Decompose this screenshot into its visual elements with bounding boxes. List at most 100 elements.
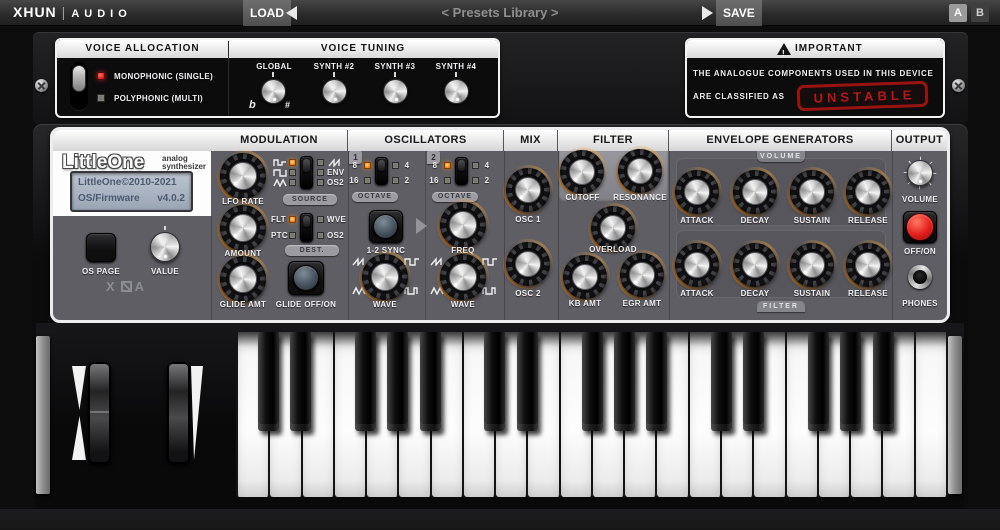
osc2-octave-8: 8	[430, 161, 440, 170]
preset-display[interactable]: < Presets Library >	[355, 5, 645, 20]
triangle-wave-icon	[273, 178, 287, 187]
egr-amt-knob[interactable]	[620, 253, 664, 297]
black-key-3[interactable]	[355, 332, 376, 431]
osc2-wave-knob[interactable]	[440, 254, 486, 300]
warning-icon	[777, 43, 791, 55]
vol-release-knob[interactable]	[846, 170, 890, 214]
load-button[interactable]: LOAD	[243, 0, 291, 26]
mix-osc2-knob[interactable]	[506, 242, 550, 286]
black-key-19[interactable]	[873, 332, 894, 431]
important-header: IMPORTANT	[687, 40, 943, 58]
phones-label: PHONES	[892, 299, 948, 308]
screw-icon	[952, 79, 965, 92]
lfo-source-led-1	[289, 159, 296, 166]
osc2-octave-switch[interactable]	[455, 157, 468, 185]
source-pill: SOURCE	[283, 194, 337, 205]
black-key-4[interactable]	[387, 332, 408, 431]
sync-1-2-button[interactable]	[373, 214, 398, 239]
black-key-14[interactable]	[711, 332, 732, 431]
vol-decay-knob[interactable]	[733, 170, 777, 214]
black-key-5[interactable]	[420, 332, 441, 431]
osc1-octave-switch[interactable]	[375, 157, 388, 185]
power-label: OFF/ON	[895, 247, 945, 256]
white-key-21[interactable]	[916, 332, 948, 497]
global-tune-knob[interactable]	[261, 79, 286, 104]
kb-amt-knob[interactable]	[563, 255, 607, 299]
cutoff-knob[interactable]	[560, 150, 604, 194]
snapshot-a-button[interactable]: A	[949, 4, 967, 22]
dest-os2-label: OS2	[327, 231, 344, 240]
output-volume-knob[interactable]	[907, 160, 933, 186]
flt-release-knob[interactable]	[846, 243, 890, 287]
allocation-switch[interactable]	[72, 65, 86, 92]
black-key-7[interactable]	[484, 332, 505, 431]
vol-attack-knob[interactable]	[675, 170, 719, 214]
pitch-wheel[interactable]	[88, 362, 111, 464]
snapshot-b-button[interactable]: B	[971, 4, 989, 22]
osc1-octave-led-16	[364, 177, 371, 184]
black-key-8[interactable]	[517, 332, 538, 431]
lfo-source-led-2	[289, 169, 296, 176]
dest-wve-label: WVE	[327, 215, 346, 224]
mix-osc1-label: OSC 1	[506, 215, 550, 224]
dest-pill: DEST.	[285, 245, 339, 256]
lfo-source-led-6	[317, 179, 324, 186]
mix-osc1-knob[interactable]	[506, 168, 550, 212]
black-key-10[interactable]	[582, 332, 603, 431]
flt-release-label: RELEASE	[843, 289, 893, 298]
osc2-octave-led-2	[472, 177, 479, 184]
voice-allocation-title: VOICE ALLOCATION	[57, 40, 228, 58]
flt-sustain-knob[interactable]	[790, 243, 834, 287]
vol-decay-label: DECAY	[730, 216, 780, 225]
section-header-strip: MODULATION OSCILLATORS MIX FILTER ENVELO…	[53, 130, 947, 151]
overload-knob[interactable]	[591, 206, 635, 250]
cutoff-label: CUTOFF	[560, 193, 605, 202]
black-key-0[interactable]	[258, 332, 279, 431]
mod-dest-switch[interactable]	[300, 213, 313, 242]
flt-attack-knob[interactable]	[675, 243, 719, 287]
xhun-monogram: XA	[106, 279, 147, 294]
glide-amt-knob[interactable]	[220, 256, 266, 302]
next-arrow-icon[interactable]	[702, 6, 713, 20]
black-key-17[interactable]	[808, 332, 829, 431]
os-page-button[interactable]	[86, 233, 116, 262]
black-key-18[interactable]	[840, 332, 861, 431]
logo-header-space	[53, 130, 211, 151]
pitch-wheel-indicator-icon	[72, 366, 87, 460]
monophonic-label: MONOPHONIC (SINGLE)	[114, 72, 213, 81]
osc1-wave-knob[interactable]	[362, 254, 408, 300]
flt-attack-label: ATTACK	[672, 289, 722, 298]
resonance-label: RESONANCE	[612, 193, 668, 202]
mod-wheel[interactable]	[167, 362, 190, 464]
black-key-12[interactable]	[646, 332, 667, 431]
littleone-plugin-window: XHUN|AUDIO LOAD < Presets Library > SAVE…	[0, 0, 1000, 530]
mod-amount-knob[interactable]	[220, 205, 266, 251]
resonance-knob[interactable]	[618, 149, 662, 193]
synth3-tune-knob[interactable]	[383, 79, 408, 104]
glide-on-off-button[interactable]	[293, 265, 319, 291]
synth2-tune-label: SYNTH #2	[304, 62, 364, 71]
black-key-11[interactable]	[614, 332, 635, 431]
unstable-stamp: UNSTABLE	[797, 81, 929, 112]
monophonic-led	[97, 72, 105, 80]
synth2-tune-knob[interactable]	[322, 79, 347, 104]
lfo-rate-knob[interactable]	[220, 153, 266, 199]
osc2-freq-knob[interactable]	[440, 202, 486, 248]
osc2-wave-label: WAVE	[438, 300, 488, 309]
osc1-octave-led-2	[392, 177, 399, 184]
black-key-15[interactable]	[743, 332, 764, 431]
osc2-octave-led-4	[472, 162, 479, 169]
vol-sustain-knob[interactable]	[790, 170, 834, 214]
prev-arrow-icon[interactable]	[286, 6, 297, 20]
osc1-octave-pill: OCTAVE	[352, 192, 398, 202]
glide-button-label: GLIDE OFF/ON	[266, 300, 346, 309]
synth4-tune-knob[interactable]	[444, 79, 469, 104]
save-button[interactable]: SAVE	[716, 0, 762, 26]
power-off-on-button[interactable]	[906, 213, 934, 241]
sample-hold-wave-icon	[273, 158, 287, 167]
osc-flow-arrow-icon	[416, 218, 427, 234]
flt-decay-knob[interactable]	[733, 243, 777, 287]
value-knob[interactable]	[150, 232, 180, 262]
black-key-1[interactable]	[290, 332, 311, 431]
lfo-source-switch[interactable]	[300, 156, 313, 189]
